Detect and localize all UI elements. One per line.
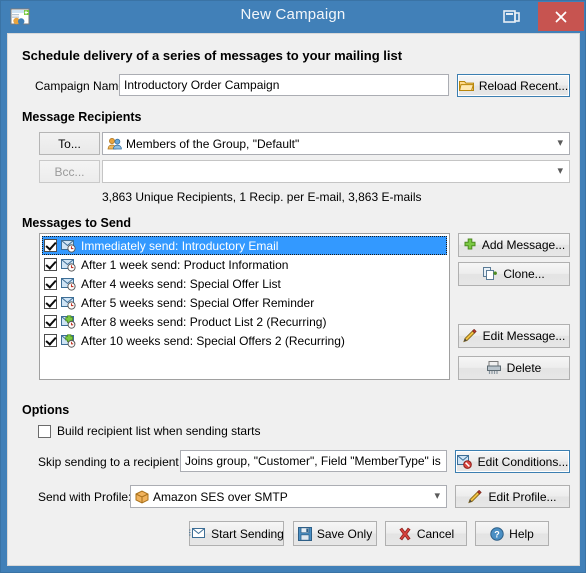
message-checkbox[interactable] bbox=[44, 315, 57, 328]
copy-pages-icon bbox=[483, 267, 498, 281]
scheduled-email-icon bbox=[61, 239, 77, 253]
page-title: Schedule delivery of a series of message… bbox=[22, 48, 403, 63]
new-campaign-window: New Campaign Schedule delivery of a seri… bbox=[0, 0, 586, 573]
list-item[interactable]: Immediately send: Introductory Email bbox=[42, 236, 447, 255]
start-sending-button[interactable]: Start Sending bbox=[189, 521, 284, 546]
list-item[interactable]: After 5 weeks send: Special Offer Remind… bbox=[42, 293, 447, 312]
message-checkbox[interactable] bbox=[44, 258, 57, 271]
list-item-label: After 8 weeks send: Product List 2 (Recu… bbox=[81, 314, 327, 329]
add-message-label: Add Message... bbox=[481, 238, 566, 252]
delete-button[interactable]: Delete bbox=[458, 356, 570, 380]
list-item-label: After 10 weeks send: Special Offers 2 (R… bbox=[81, 333, 345, 348]
to-recipients-value: Members of the Group, "Default" bbox=[126, 136, 300, 151]
floppy-disk-icon bbox=[297, 526, 312, 541]
build-recipient-list-label: Build recipient list when sending starts bbox=[57, 424, 261, 438]
recurring-email-icon bbox=[61, 333, 77, 348]
save-only-button[interactable]: Save Only bbox=[293, 521, 377, 546]
scheduled-email-icon bbox=[61, 296, 77, 310]
edit-profile-label: Edit Profile... bbox=[488, 489, 557, 504]
bcc-button[interactable]: Bcc... bbox=[39, 160, 100, 183]
edit-message-button[interactable]: Edit Message... bbox=[458, 324, 570, 348]
save-only-label: Save Only bbox=[316, 526, 373, 541]
messages-list[interactable]: Immediately send: Introductory Email Aft… bbox=[39, 233, 450, 380]
options-title: Options bbox=[22, 403, 70, 417]
dialog-body: Schedule delivery of a series of message… bbox=[7, 33, 580, 566]
message-recipients-title: Message Recipients bbox=[22, 110, 142, 124]
close-button[interactable] bbox=[538, 2, 584, 31]
add-message-button[interactable]: Add Message... bbox=[458, 233, 570, 257]
list-item-label: After 4 weeks send: Special Offer List bbox=[81, 276, 281, 291]
green-plus-icon bbox=[463, 238, 477, 252]
to-button-label: To... bbox=[58, 136, 81, 151]
red-x-icon bbox=[398, 527, 412, 541]
pencil-icon bbox=[462, 329, 478, 343]
message-checkbox[interactable] bbox=[44, 296, 57, 309]
svg-text:?: ? bbox=[494, 529, 500, 539]
group-users-icon bbox=[107, 137, 122, 150]
scheduled-email-icon bbox=[61, 258, 77, 272]
message-checkbox[interactable] bbox=[44, 334, 57, 347]
title-bar: New Campaign bbox=[1, 1, 585, 33]
edit-profile-button[interactable]: Edit Profile... bbox=[455, 485, 570, 508]
list-item[interactable]: After 10 weeks send: Special Offers 2 (R… bbox=[42, 331, 447, 350]
package-box-icon bbox=[135, 489, 149, 504]
list-item-label: After 1 week send: Product Information bbox=[81, 257, 289, 272]
cancel-button[interactable]: Cancel bbox=[385, 521, 467, 546]
conditions-deny-icon bbox=[456, 454, 473, 469]
scheduled-email-icon bbox=[61, 277, 77, 291]
clone-button[interactable]: Clone... bbox=[458, 262, 570, 286]
message-checkbox[interactable] bbox=[44, 239, 57, 252]
edit-conditions-button[interactable]: Edit Conditions... bbox=[455, 450, 570, 473]
shredder-icon bbox=[486, 361, 502, 375]
profile-combo[interactable]: Amazon SES over SMTP ▾ bbox=[130, 485, 447, 508]
delete-label: Delete bbox=[506, 361, 542, 375]
to-recipients-combo[interactable]: Members of the Group, "Default" ▾ bbox=[102, 132, 570, 155]
campaign-name-input[interactable] bbox=[119, 74, 449, 96]
send-with-profile-label: Send with Profile: bbox=[38, 490, 132, 504]
window-title: New Campaign bbox=[240, 6, 346, 23]
profile-value: Amazon SES over SMTP bbox=[153, 489, 288, 504]
cancel-label: Cancel bbox=[416, 526, 455, 541]
list-item-label: Immediately send: Introductory Email bbox=[81, 238, 279, 253]
list-item[interactable]: After 4 weeks send: Special Offer List bbox=[42, 274, 447, 293]
recipients-summary: 3,863 Unique Recipients, 1 Recip. per E-… bbox=[102, 190, 422, 204]
start-sending-label: Start Sending bbox=[211, 526, 284, 541]
list-item[interactable]: After 8 weeks send: Product List 2 (Recu… bbox=[42, 312, 447, 331]
messages-to-send-title: Messages to Send bbox=[22, 216, 132, 230]
list-item-label: After 5 weeks send: Special Offer Remind… bbox=[81, 295, 315, 310]
help-label: Help bbox=[509, 526, 534, 541]
clone-label: Clone... bbox=[503, 267, 545, 281]
skip-sending-label: Skip sending to a recipient if: bbox=[38, 455, 192, 469]
send-email-icon bbox=[189, 527, 206, 540]
build-recipient-list-row[interactable]: Build recipient list when sending starts bbox=[38, 424, 260, 438]
help-button[interactable]: ? Help bbox=[475, 521, 549, 546]
bcc-button-label: Bcc... bbox=[54, 164, 85, 179]
context-help-icon[interactable] bbox=[503, 9, 521, 25]
recurring-email-icon bbox=[61, 314, 77, 329]
campaign-name-label: Campaign Name: bbox=[35, 79, 129, 93]
reload-recent-button[interactable]: Reload Recent... bbox=[457, 74, 570, 97]
edit-conditions-label: Edit Conditions... bbox=[477, 454, 569, 469]
list-item[interactable]: After 1 week send: Product Information bbox=[42, 255, 447, 274]
pencil-icon bbox=[468, 489, 483, 504]
bcc-recipients-combo[interactable]: ▾ bbox=[102, 160, 570, 183]
to-button[interactable]: To... bbox=[39, 132, 100, 155]
message-checkbox[interactable] bbox=[44, 277, 57, 290]
reload-recent-label: Reload Recent... bbox=[478, 78, 569, 93]
edit-message-label: Edit Message... bbox=[482, 329, 566, 343]
chevron-down-icon: ▾ bbox=[557, 137, 563, 149]
chevron-down-icon: ▾ bbox=[434, 490, 440, 502]
skip-conditions-input[interactable] bbox=[180, 450, 447, 472]
chevron-down-icon: ▾ bbox=[557, 165, 563, 177]
question-circle-icon: ? bbox=[490, 526, 504, 541]
build-recipient-list-checkbox[interactable] bbox=[38, 424, 51, 438]
open-folder-icon bbox=[458, 79, 474, 92]
